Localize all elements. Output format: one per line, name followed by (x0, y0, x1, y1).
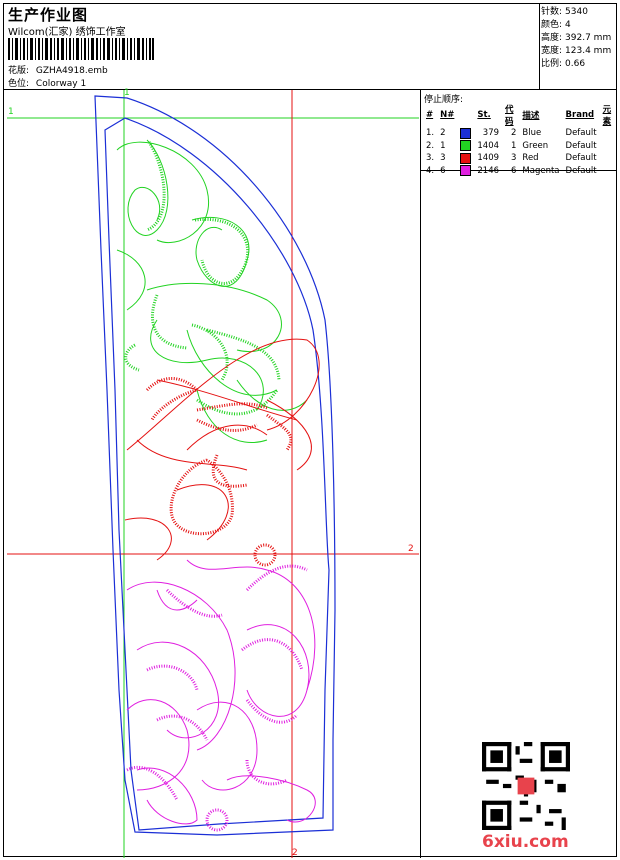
row-desc: Green (522, 140, 549, 151)
magenta-satin-fills (126, 564, 308, 832)
col-index: # (426, 110, 434, 120)
page-title: 生产作业图 (8, 6, 89, 24)
red-guide-label-right: 2 (408, 544, 414, 554)
row-code: 6 (511, 165, 517, 176)
production-worksheet: 生产作业图 Wilcom(汇家) 绣饰工作室 花版: GZHA4918.emb … (3, 3, 617, 858)
row-stitches: 2146 (477, 165, 500, 176)
row-code: 2 (511, 128, 517, 139)
col-stitches: St. (477, 110, 491, 120)
row-element (600, 140, 617, 153)
barcode-icon (8, 38, 154, 60)
row-desc: Red (522, 153, 539, 164)
color-swatch (460, 152, 472, 164)
row-element (600, 127, 617, 140)
green-guide-label-top: 1 (124, 88, 130, 98)
stat-stitches: 针数: 5340 (541, 7, 588, 17)
colorway-label: 色位: (8, 79, 30, 89)
color-swatch (460, 165, 472, 177)
col-swatch (457, 103, 474, 127)
row-index: 4. (426, 165, 435, 176)
design-file: 花版: GZHA4918.emb (8, 63, 108, 76)
row-swatch (457, 165, 474, 178)
row-desc: Magenta (522, 165, 560, 176)
row-index: 2. (426, 140, 435, 151)
row-index: 1. (426, 128, 435, 139)
row-brand: Default (565, 165, 597, 176)
stat-colors: 颜色: 4 (541, 20, 571, 30)
design-value: GZHA4918.emb (35, 66, 108, 76)
row-code: 3 (511, 153, 517, 164)
row-stitches: 379 (482, 128, 500, 139)
row-needle: 2 (440, 128, 446, 139)
company-name: Wilcom(汇家) 绣饰工作室 (8, 27, 126, 38)
row-needle: 3 (440, 153, 446, 164)
row-element (600, 165, 617, 178)
red-satin-fills (145, 376, 293, 567)
green-satin-fills (124, 141, 281, 416)
qr-code-icon (482, 742, 570, 830)
row-desc: Blue (522, 128, 542, 139)
row-needle: 1 (440, 140, 446, 151)
color-swatch (460, 127, 472, 139)
stat-scale: 比例: 0.66 (541, 59, 586, 69)
table-row: 2. 1 1404 1 Green Default (423, 140, 617, 153)
row-needle: 6 (440, 165, 446, 176)
col-needle: N# (440, 110, 455, 120)
col-element: 元素 (602, 105, 612, 127)
row-element (600, 152, 617, 165)
row-stitches: 1404 (477, 140, 500, 151)
col-code: 代码 (505, 105, 514, 127)
table-row: 3. 3 1409 3 Red Default (423, 152, 617, 165)
colorway-value: Colorway 1 (35, 79, 87, 89)
row-brand: Default (565, 153, 597, 164)
row-brand: Default (565, 140, 597, 151)
stat-height: 高度: 392.7 mm (541, 33, 612, 43)
table-row: 1. 2 379 2 Blue Default (423, 127, 617, 140)
table-row: 4. 6 2146 6 Magenta Default (423, 165, 617, 178)
col-desc: 描述 (522, 111, 540, 121)
header: 生产作业图 Wilcom(汇家) 绣饰工作室 花版: GZHA4918.emb … (4, 4, 616, 90)
stop-sequence-panel: 停止顺序: # N# St. 代码 描述 Brand 元素 1. 2 379 2 Blu… (420, 90, 617, 177)
col-brand: Brand (565, 110, 595, 120)
header-info: 生产作业图 Wilcom(汇家) 绣饰工作室 花版: GZHA4918.emb … (4, 4, 540, 89)
stop-sequence-table: # N# St. 代码 描述 Brand 元素 1. 2 379 2 Blue Defau… (423, 103, 617, 177)
magenta-motif (126, 559, 316, 825)
right-panel-divider (420, 170, 421, 858)
inner-outline (104, 117, 330, 831)
design-stats: 针数: 5340 颜色: 4 高度: 392.7 mm 宽度: 123.4 mm 比例:… (541, 6, 611, 71)
site-logo: 6xiu.com (482, 832, 569, 852)
green-guide-label-left: 1 (8, 107, 14, 117)
row-index: 3. (426, 153, 435, 164)
design-label: 花版: (8, 66, 30, 76)
row-code: 1 (511, 140, 517, 151)
row-brand: Default (565, 128, 597, 139)
embroidery-design-canvas (7, 90, 419, 858)
color-swatch (460, 140, 472, 152)
table-header-row: # N# St. 代码 描述 Brand 元素 (423, 103, 617, 127)
row-swatch (457, 127, 474, 140)
green-motif (116, 139, 308, 444)
stat-width: 宽度: 123.4 mm (541, 46, 612, 56)
colorway: 色位: Colorway 1 (8, 76, 86, 89)
row-swatch (457, 152, 474, 165)
row-swatch (457, 140, 474, 153)
row-stitches: 1409 (477, 153, 500, 164)
red-guide-label-bottom: 2 (292, 848, 298, 858)
